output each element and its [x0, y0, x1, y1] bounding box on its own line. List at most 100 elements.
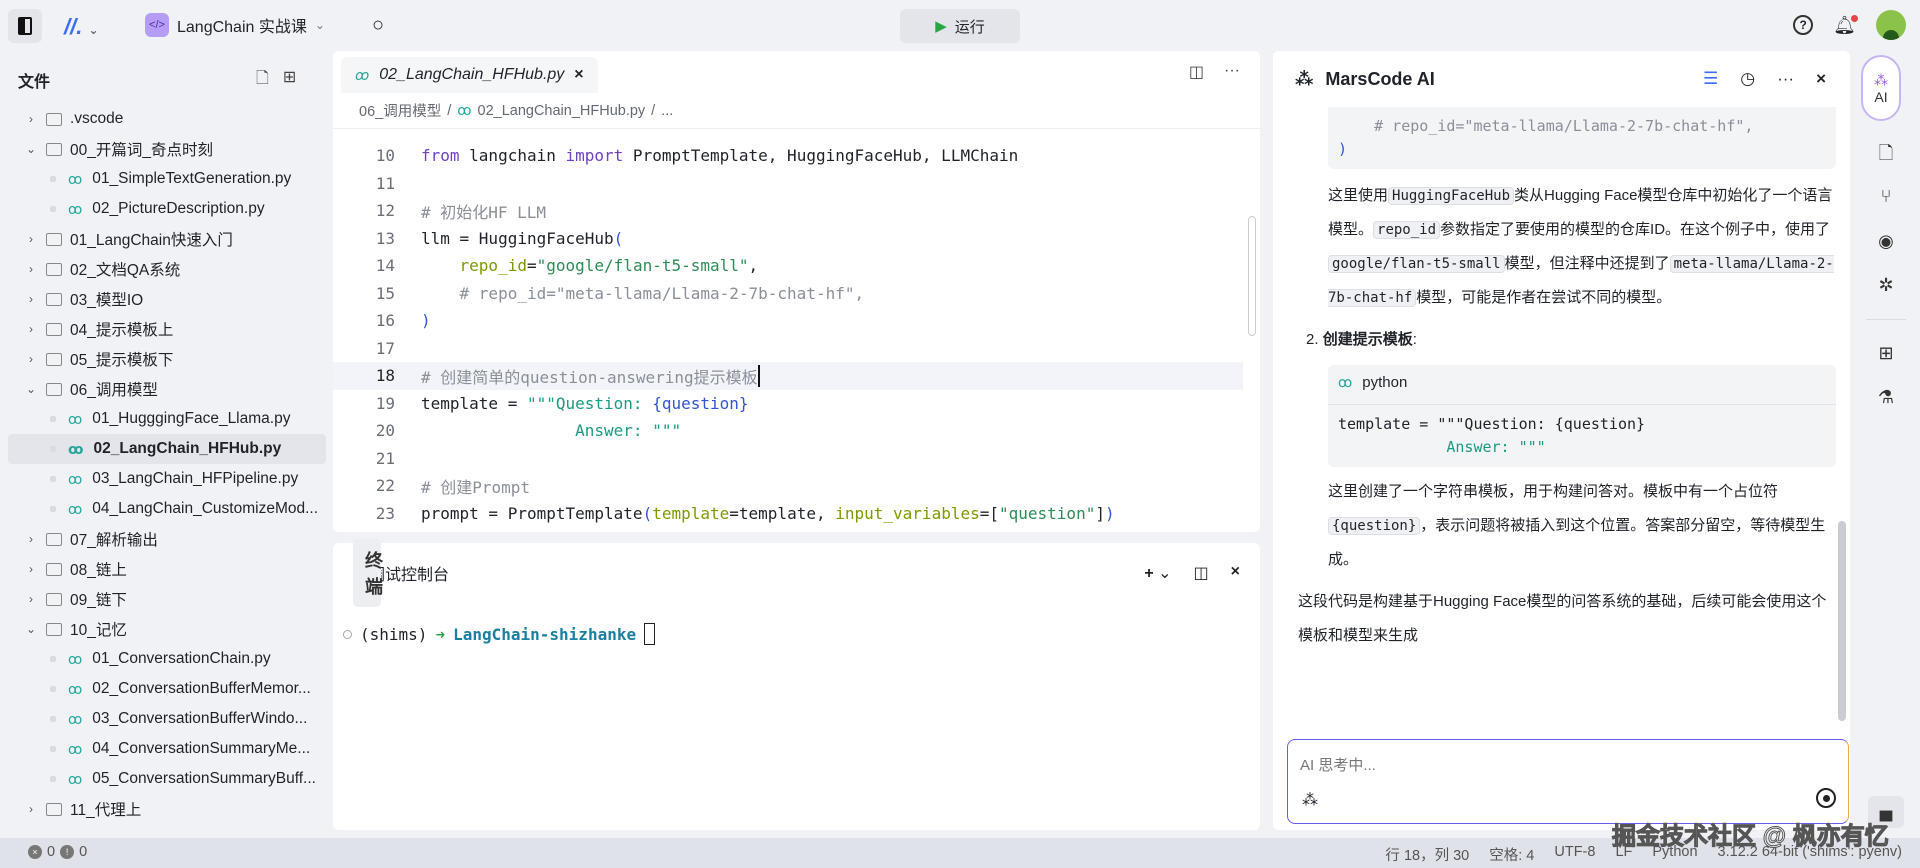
tab-terminal[interactable]: 终端 [353, 539, 383, 607]
code-line[interactable]: 12 # 初始化HF LLM [333, 197, 1243, 225]
sparkle-icon[interactable]: ⁂ [1302, 790, 1318, 810]
more-icon[interactable]: ··· [1777, 69, 1794, 89]
split-terminal-icon[interactable]: ◫ [1194, 563, 1209, 583]
tree-file[interactable]: ꝏ 05_ConversationSummaryBuff... [8, 764, 326, 794]
search-file-icon[interactable]: 🗋 [1872, 141, 1900, 171]
tree-folder[interactable]: › 07_解析输出 [8, 524, 326, 554]
project-selector[interactable]: </> LangChain 实战课 ⌄ [145, 13, 325, 37]
error-count: 0 [47, 844, 56, 860]
avatar[interactable] [1876, 10, 1906, 40]
code-line[interactable]: 22 # 创建Prompt [333, 472, 1243, 500]
close-panel-icon[interactable]: × [1231, 563, 1240, 583]
tree-file[interactable]: ꝏ 02_PictureDescription.py [8, 194, 326, 224]
problems-indicator[interactable]: × 0! 0 [28, 844, 87, 860]
text: 模型，但注释中还提到了 [1504, 255, 1670, 272]
tree-file[interactable]: ꝏ 02_ConversationBufferMemor... [8, 674, 326, 704]
encoding[interactable]: UTF-8 [1554, 844, 1595, 865]
indentation[interactable]: 空格: 4 [1489, 844, 1534, 865]
line-number: 11 [375, 173, 395, 193]
code-line[interactable]: 16) [333, 307, 1243, 335]
tree-label: 01_SimpleTextGeneration.py [92, 170, 292, 187]
python-file-icon: ꝏ [68, 650, 83, 667]
code-line[interactable]: 11 [333, 170, 1243, 198]
code-line[interactable]: 10 from langchain import PromptTemplate, … [333, 142, 1243, 170]
add-terminal-icon[interactable]: + ⌄ [1144, 563, 1171, 583]
history-icon[interactable]: ◷ [1740, 69, 1755, 89]
cursor-position[interactable]: 行 18，列 30 [1385, 844, 1469, 865]
new-folder-icon[interactable]: ⊞ [283, 67, 296, 94]
chevron-right-icon: › [29, 322, 33, 336]
ai-activity-button[interactable]: ⁂ AI [1861, 55, 1901, 121]
tree-folder[interactable]: › .vscode [8, 104, 326, 134]
search-icon[interactable]: ○ [372, 14, 384, 37]
new-chat-icon[interactable]: ☰ [1703, 69, 1718, 89]
tree-file[interactable]: ꝏ 02_LangChain_HFHub.py [8, 434, 326, 464]
indent-marker [50, 746, 56, 752]
tree-label: 04_ConversationSummaryMe... [92, 740, 311, 757]
split-editor-icon[interactable]: ◫ [1189, 62, 1204, 82]
marscode-logo[interactable]: //. ⌄ [64, 14, 99, 40]
ai-scrollbar[interactable] [1838, 521, 1846, 721]
input-placeholder: AI 思考中... [1300, 757, 1376, 774]
folder-icon [46, 802, 62, 816]
code-line[interactable]: 19 template = """Question: {question} [333, 390, 1243, 418]
code-line[interactable]: 13 llm = HuggingFaceHub( [333, 225, 1243, 253]
code-line: template = """Question: {question} [1338, 415, 1646, 433]
source-control-icon[interactable]: ⑂ [1872, 186, 1900, 207]
tree-file[interactable]: ꝏ 01_HugggingFace_Llama.py [8, 404, 326, 434]
notification-bell-icon[interactable]: 🔔︎ [1833, 14, 1858, 36]
tab-02-langchain-hfhub[interactable]: ꝏ 02_LangChain_HFHub.py × [341, 57, 598, 93]
tree-file[interactable]: ꝏ 04_ConversationSummaryMe... [8, 734, 326, 764]
close-icon[interactable]: × [1816, 69, 1826, 89]
tree-folder[interactable]: › 02_文档QA系统 [8, 254, 326, 284]
sidebar-toggle-button[interactable] [8, 9, 42, 43]
terminal-prompt[interactable]: (shims) ➜ LangChain-shizhanke [343, 623, 656, 645]
code-block: # repo_id="meta-llama/Llama-2-7b-chat-hf… [1328, 107, 1836, 169]
code-line[interactable]: 14 repo_id="google/flan-t5-small", [333, 252, 1243, 280]
code-line[interactable]: 20 Answer: """ [333, 417, 1243, 445]
breadcrumb-symbol[interactable]: ... [661, 103, 673, 119]
extensions-grid-icon[interactable]: ⊞ [1872, 343, 1900, 364]
tree-folder[interactable]: › 05_提示模板下 [8, 344, 326, 374]
new-file-icon[interactable]: 🗋 [256, 67, 269, 94]
tree-file[interactable]: ꝏ 03_ConversationBufferWindo... [8, 704, 326, 734]
tree-folder[interactable]: › 08_链上 [8, 554, 326, 584]
tree-folder[interactable]: › 03_模型IO [8, 284, 326, 314]
tree-label: 02_LangChain_HFHub.py [93, 440, 282, 457]
code-line[interactable]: 15 # repo_id="meta-llama/Llama-2-7b-chat… [333, 280, 1243, 308]
breadcrumb-folder[interactable]: 06_调用模型 [359, 100, 441, 121]
terminal-path: LangChain-shizhanke [453, 624, 637, 644]
debug-bug-icon[interactable]: ✲ [1872, 275, 1900, 296]
code-line[interactable]: 21 [333, 445, 1243, 473]
more-icon[interactable]: ··· [1224, 62, 1240, 82]
tree-file[interactable]: ꝏ 03_LangChain_HFPipeline.py [8, 464, 326, 494]
help-icon[interactable]: ? [1793, 15, 1814, 35]
python-file-icon: ꝏ [68, 440, 84, 457]
code-editor[interactable]: 10 from langchain import PromptTemplate, … [333, 142, 1243, 527]
tree-folder[interactable]: ⌄ 10_记忆 [8, 614, 326, 644]
testing-flask-icon[interactable]: ⚗ [1872, 387, 1900, 408]
code-line[interactable]: 17 [333, 335, 1243, 363]
editor-scrollbar[interactable] [1248, 216, 1256, 336]
tree-folder[interactable]: ⌄ 06_调用模型 [8, 374, 326, 404]
tree-folder[interactable]: › 04_提示模板上 [8, 314, 326, 344]
tree-folder[interactable]: › 01_LangChain快速入门 [8, 224, 326, 254]
preview-eye-icon[interactable]: ◉ [1872, 231, 1900, 252]
tree-folder[interactable]: › 09_链下 [8, 584, 326, 614]
stop-generating-button[interactable] [1816, 788, 1836, 808]
line-number: 22 [375, 476, 395, 496]
tree-file[interactable]: ꝏ 04_LangChain_CustomizeMod... [8, 494, 326, 524]
tree-folder[interactable]: ⌄ 00_开篇词_奇点时刻 [8, 134, 326, 164]
code-line[interactable]: 23 prompt = PromptTemplate(template=templ… [333, 500, 1243, 528]
ai-chat-input[interactable]: AI 思考中... ⁂ [1287, 739, 1849, 824]
tree-folder[interactable]: › 11_代理上 [8, 794, 326, 824]
code-line[interactable]: 18 # 创建简单的question-answering提示模板 [333, 362, 1243, 390]
run-button[interactable]: ▶ 运行 [900, 9, 1020, 43]
python-file-icon: ꝏ [355, 66, 370, 83]
close-tab-icon[interactable]: × [574, 66, 583, 84]
folder-icon [46, 382, 62, 396]
breadcrumb-file[interactable]: 02_LangChain_HFHub.py [478, 103, 646, 119]
tree-file[interactable]: ꝏ 01_ConversationChain.py [8, 644, 326, 674]
python-file-icon: ꝏ [68, 500, 83, 517]
tree-file[interactable]: ꝏ 01_SimpleTextGeneration.py [8, 164, 326, 194]
